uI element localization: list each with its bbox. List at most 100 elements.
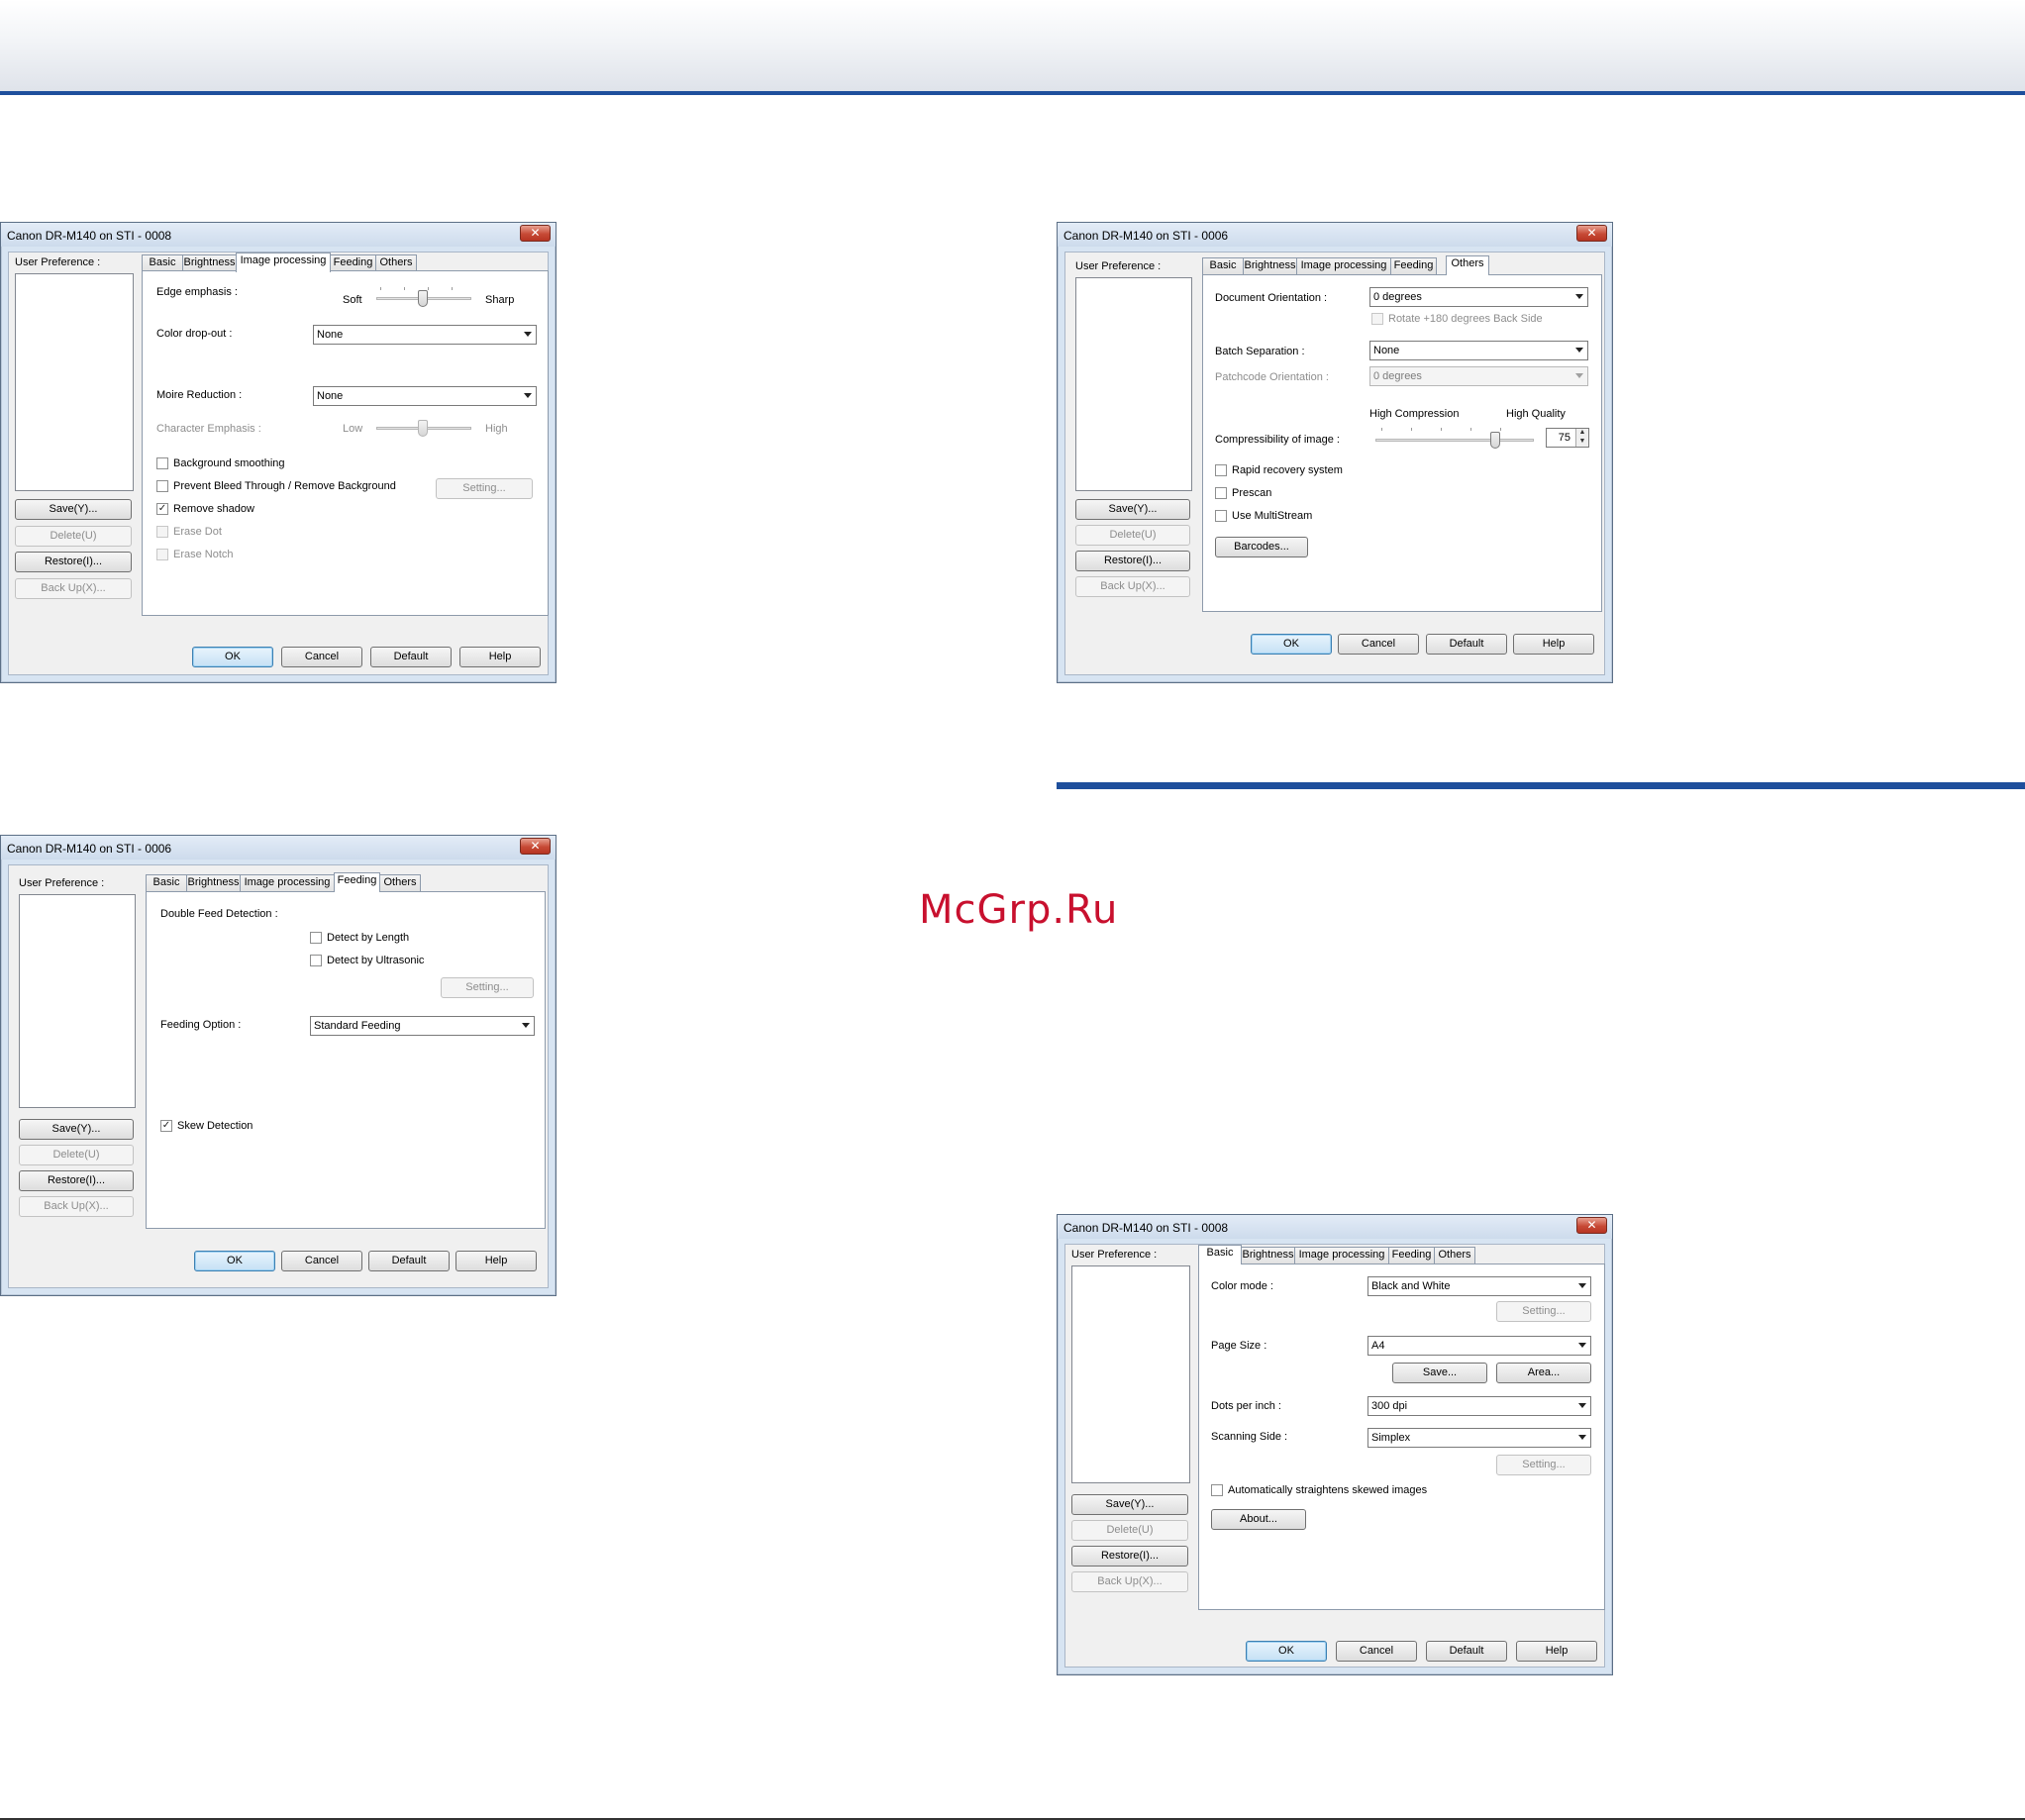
restore-button[interactable]: Restore(I)... (19, 1170, 134, 1191)
ok-button[interactable]: OK (1246, 1641, 1327, 1662)
tab-others[interactable]: Others (375, 254, 417, 271)
color-mode-select[interactable]: Black and White (1367, 1276, 1591, 1296)
compression-spinbox[interactable]: 75 ▲ ▼ (1546, 428, 1589, 448)
skew-detection-checkbox[interactable]: ✓ (160, 1120, 172, 1132)
scanning-side-setting-button[interactable]: Setting... (1496, 1455, 1591, 1475)
rotate-back-side-checkbox[interactable] (1371, 313, 1383, 325)
ok-button[interactable]: OK (194, 1251, 275, 1271)
double-feed-setting-button[interactable]: Setting... (441, 977, 534, 998)
help-button[interactable]: Help (459, 647, 541, 667)
ok-button[interactable]: OK (192, 647, 273, 667)
tab-others[interactable]: Others (1434, 1247, 1475, 1264)
detect-by-length-checkbox[interactable] (310, 932, 322, 944)
user-preference-list[interactable] (1075, 277, 1192, 491)
erase-dot-checkbox[interactable] (156, 526, 168, 538)
tab-feeding[interactable]: Feeding (1390, 257, 1437, 274)
about-button[interactable]: About... (1211, 1509, 1306, 1530)
default-button[interactable]: Default (1426, 1641, 1507, 1662)
scanning-side-select[interactable]: Simplex (1367, 1428, 1591, 1448)
tab-basic[interactable]: Basic (146, 874, 187, 891)
delete-button[interactable]: Delete(U) (1075, 525, 1190, 546)
document-orientation-select[interactable]: 0 degrees (1369, 287, 1588, 307)
tab-basic[interactable]: Basic (1198, 1245, 1242, 1264)
default-button[interactable]: Default (370, 647, 452, 667)
close-button[interactable]: ✕ (520, 838, 551, 855)
delete-button[interactable]: Delete(U) (19, 1145, 134, 1165)
save-button[interactable]: Save(Y)... (19, 1119, 134, 1140)
close-button[interactable]: ✕ (520, 225, 551, 242)
default-button[interactable]: Default (1426, 634, 1507, 655)
delete-button[interactable]: Delete(U) (15, 526, 132, 547)
help-button[interactable]: Help (1513, 634, 1594, 655)
auto-straighten-checkbox[interactable] (1211, 1484, 1223, 1496)
color-mode-setting-button[interactable]: Setting... (1496, 1301, 1591, 1322)
patchcode-orientation-select[interactable]: 0 degrees (1369, 366, 1588, 386)
feeding-option-select[interactable]: Standard Feeding (310, 1016, 535, 1036)
remove-shadow-checkbox[interactable]: ✓ (156, 503, 168, 515)
default-button[interactable]: Default (368, 1251, 450, 1271)
use-multistream-checkbox[interactable] (1215, 510, 1227, 522)
help-button[interactable]: Help (1516, 1641, 1597, 1662)
save-button[interactable]: Save(Y)... (1075, 499, 1190, 520)
bleed-through-setting-button[interactable]: Setting... (436, 478, 533, 499)
user-preference-list[interactable] (15, 273, 134, 491)
compression-slider[interactable] (1490, 432, 1500, 449)
tab-feeding[interactable]: Feeding (334, 872, 380, 892)
cancel-button[interactable]: Cancel (281, 1251, 362, 1271)
ok-button[interactable]: OK (1251, 634, 1332, 655)
titlebar: Canon DR-M140 on STI - 0008 ✕ (1, 223, 556, 247)
restore-button[interactable]: Restore(I)... (1071, 1546, 1188, 1567)
delete-button[interactable]: Delete(U) (1071, 1520, 1188, 1541)
cancel-button[interactable]: Cancel (1336, 1641, 1417, 1662)
prescan-checkbox[interactable] (1215, 487, 1227, 499)
barcodes-button[interactable]: Barcodes... (1215, 537, 1308, 557)
edge-emphasis-slider[interactable] (418, 290, 428, 307)
user-preference-list[interactable] (1071, 1265, 1190, 1483)
backup-button[interactable]: Back Up(X)... (1075, 576, 1190, 597)
dots-per-inch-select[interactable]: 300 dpi (1367, 1396, 1591, 1416)
tab-brightness[interactable]: Brightness (182, 254, 237, 271)
user-preference-list[interactable] (19, 894, 136, 1108)
spin-down-icon[interactable]: ▼ (1575, 438, 1588, 447)
restore-button[interactable]: Restore(I)... (1075, 551, 1190, 571)
area-button[interactable]: Area... (1496, 1363, 1591, 1383)
tab-image-processing[interactable]: Image processing (236, 253, 331, 272)
tab-image-processing[interactable]: Image processing (1296, 257, 1391, 274)
prevent-bleed-through-checkbox[interactable] (156, 480, 168, 492)
background-smoothing-checkbox[interactable] (156, 457, 168, 469)
moire-reduction-select[interactable]: None (313, 386, 537, 406)
tab-brightness[interactable]: Brightness (1243, 257, 1297, 274)
page-size-save-button[interactable]: Save... (1392, 1363, 1487, 1383)
tab-feeding[interactable]: Feeding (1388, 1247, 1435, 1264)
spin-up-icon[interactable]: ▲ (1575, 429, 1588, 438)
close-button[interactable]: ✕ (1576, 1217, 1607, 1234)
tab-image-processing[interactable]: Image processing (240, 874, 335, 891)
tab-brightness[interactable]: Brightness (186, 874, 241, 891)
backup-button[interactable]: Back Up(X)... (15, 578, 132, 599)
backup-button[interactable]: Back Up(X)... (1071, 1571, 1188, 1592)
page-size-select[interactable]: A4 (1367, 1336, 1591, 1356)
help-button[interactable]: Help (456, 1251, 537, 1271)
batch-separation-select[interactable]: None (1369, 341, 1588, 360)
tab-image-processing[interactable]: Image processing (1294, 1247, 1389, 1264)
backup-button[interactable]: Back Up(X)... (19, 1196, 134, 1217)
tab-basic[interactable]: Basic (142, 254, 183, 271)
character-emphasis-slider[interactable] (418, 420, 428, 437)
cancel-button[interactable]: Cancel (281, 647, 362, 667)
color-dropout-select[interactable]: None (313, 325, 537, 345)
save-button[interactable]: Save(Y)... (15, 499, 132, 520)
cancel-button[interactable]: Cancel (1338, 634, 1419, 655)
tab-others[interactable]: Others (1446, 255, 1489, 275)
save-button[interactable]: Save(Y)... (1071, 1494, 1188, 1515)
rapid-recovery-label: Rapid recovery system (1232, 464, 1343, 476)
rapid-recovery-checkbox[interactable] (1215, 464, 1227, 476)
tab-others[interactable]: Others (379, 874, 421, 891)
tab-feeding[interactable]: Feeding (330, 254, 376, 271)
tab-brightness[interactable]: Brightness (1241, 1247, 1295, 1264)
close-button[interactable]: ✕ (1576, 225, 1607, 242)
dialog-image-processing: Canon DR-M140 on STI - 0008 ✕ User Prefe… (0, 222, 557, 683)
restore-button[interactable]: Restore(I)... (15, 552, 132, 572)
erase-notch-checkbox[interactable] (156, 549, 168, 560)
tab-basic[interactable]: Basic (1202, 257, 1244, 274)
detect-by-ultrasonic-checkbox[interactable] (310, 955, 322, 966)
